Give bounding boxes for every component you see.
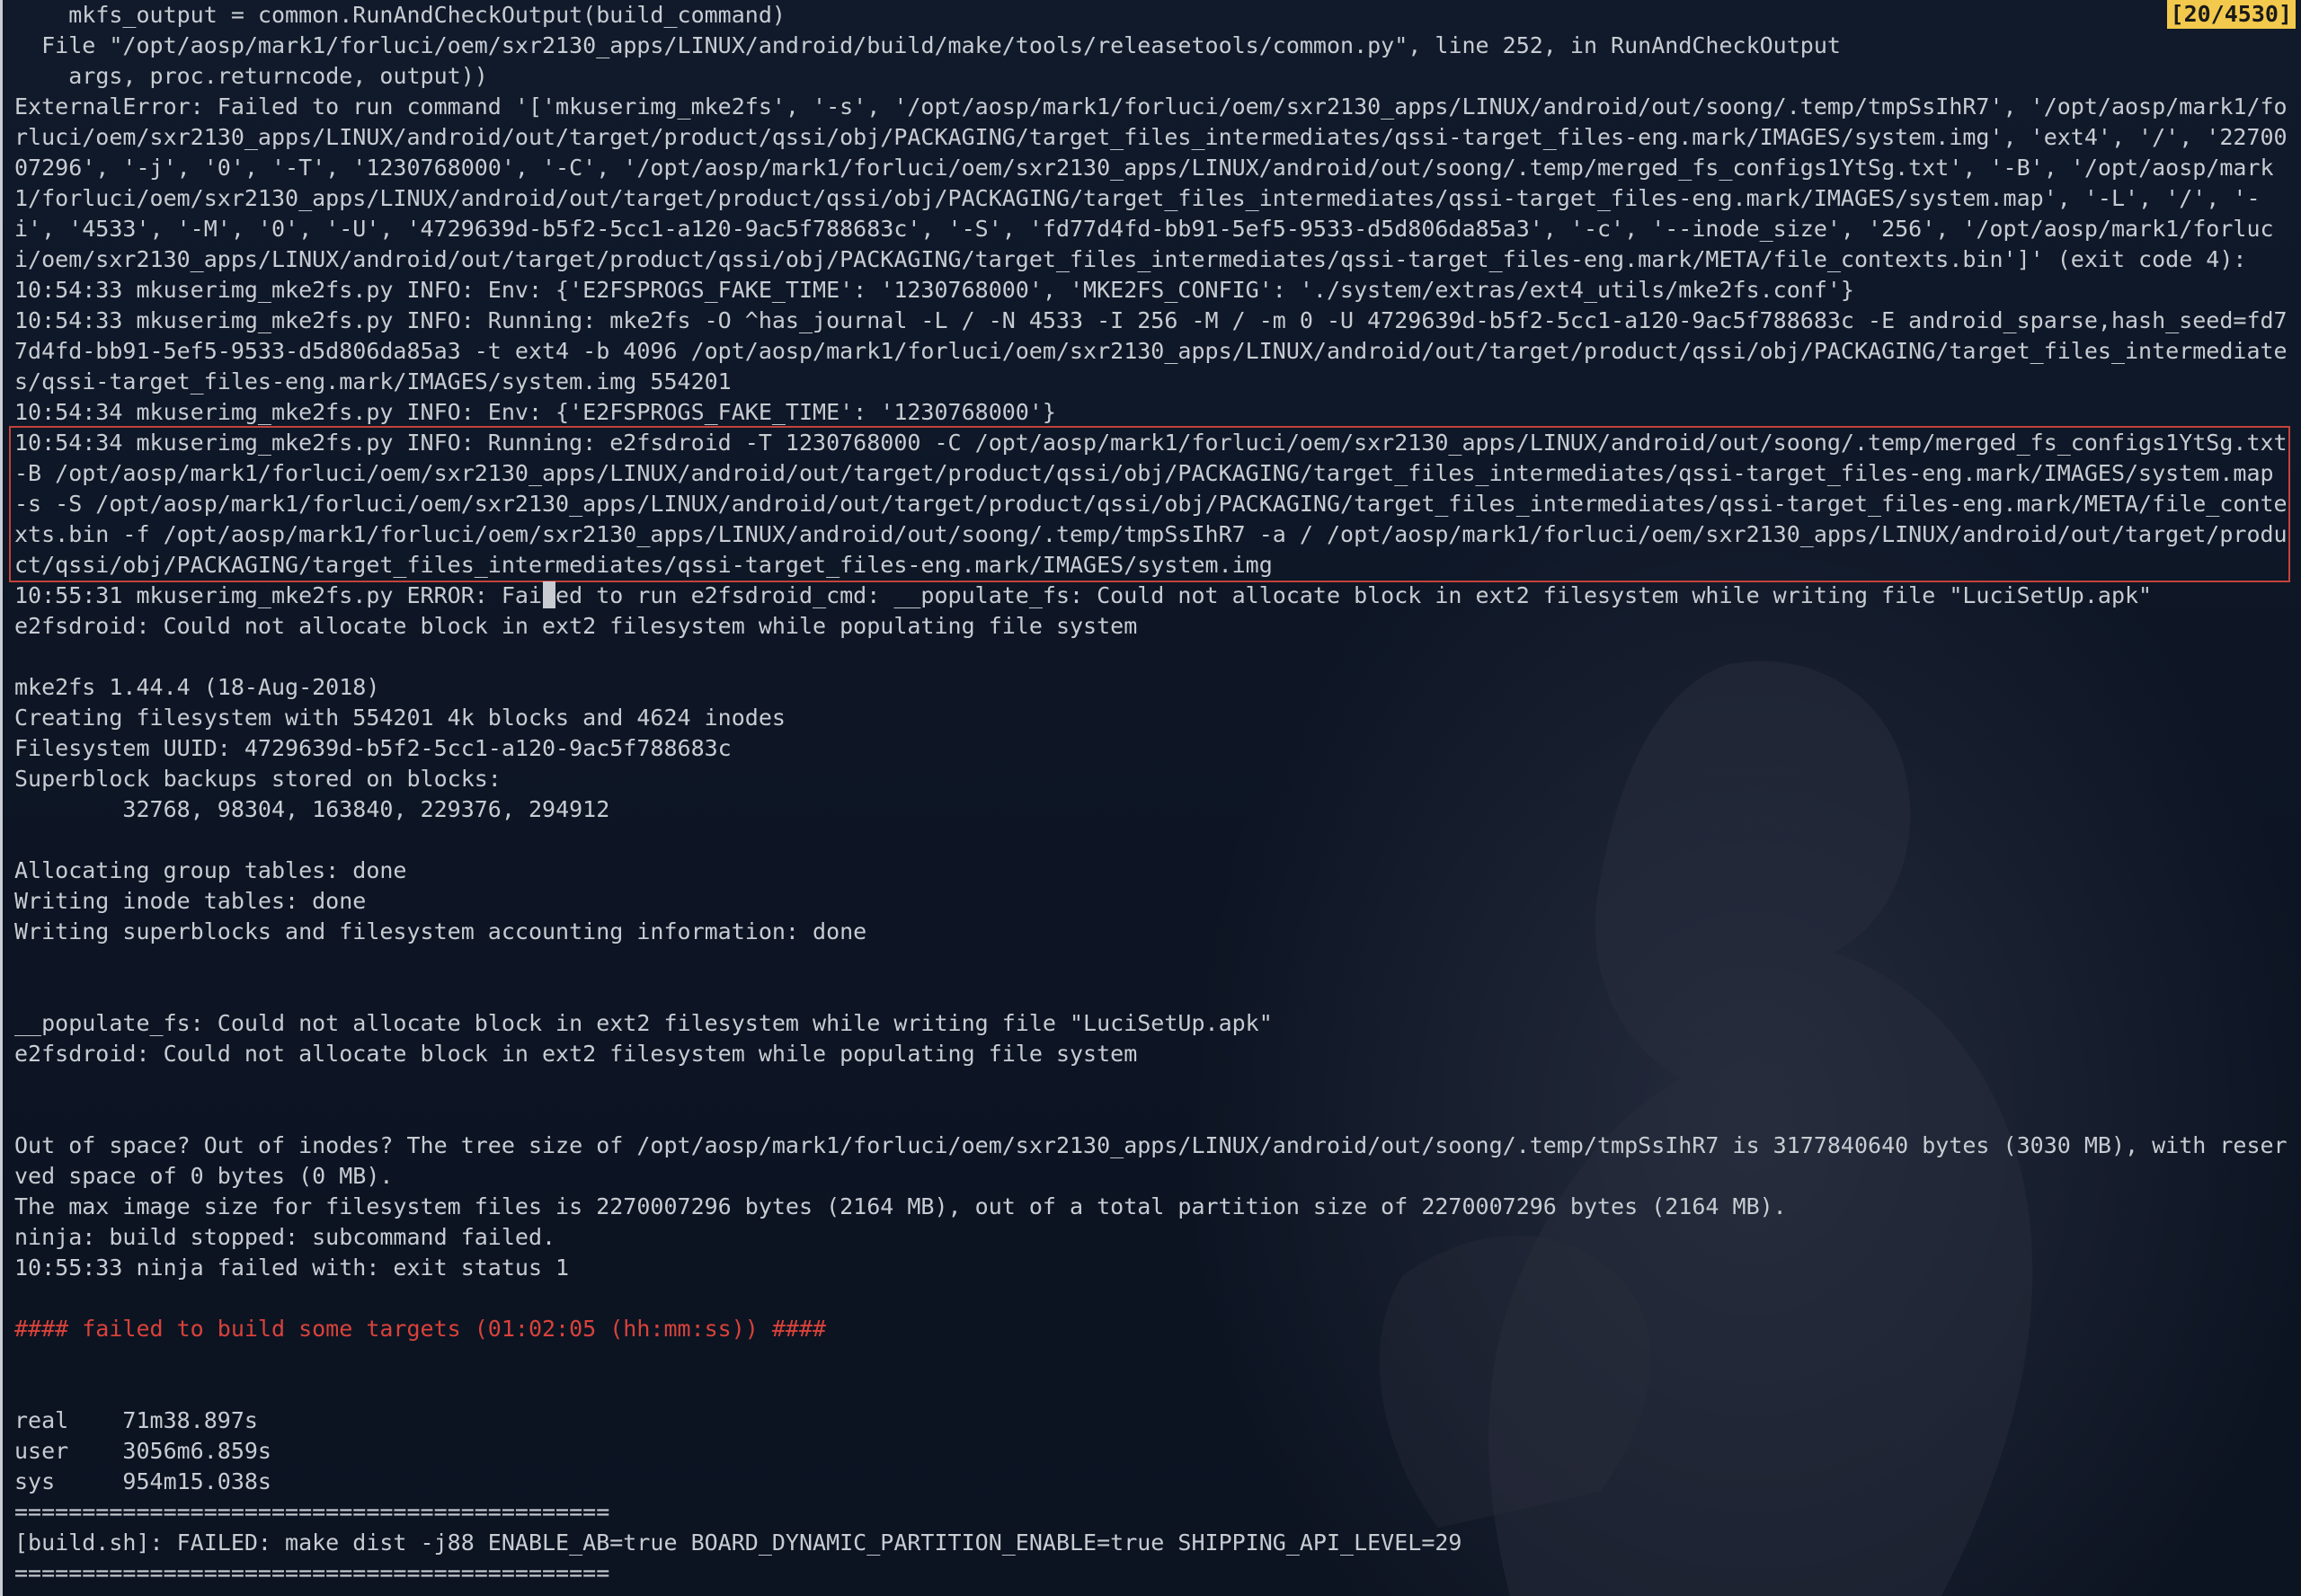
terminal-line: Out of space? Out of inodes? The tree si…	[14, 1132, 2288, 1189]
terminal-line: 32768, 98304, 163840, 229376, 294912	[14, 796, 610, 822]
terminal-line: sys 954m15.038s	[14, 1468, 271, 1494]
terminal-line: args, proc.returncode, output))	[14, 63, 488, 89]
terminal-line: Creating filesystem with 554201 4k block…	[14, 705, 786, 731]
terminal-line: Writing inode tables: done	[14, 888, 367, 914]
terminal-output: mkfs_output = common.RunAndCheckOutput(b…	[9, 0, 2290, 1589]
terminal-line: 10:54:33 mkuserimg_mke2fs.py INFO: Env: …	[14, 277, 1854, 303]
terminal-line: ========================================…	[14, 1499, 610, 1525]
terminal-line: mkfs_output = common.RunAndCheckOutput(b…	[14, 2, 786, 28]
terminal-line: Superblock backups stored on blocks:	[14, 766, 502, 792]
terminal-line: e2fsdroid: Could not allocate block in e…	[14, 1041, 1138, 1067]
terminal-line: 10:55:33 ninja failed with: exit status …	[14, 1255, 570, 1281]
terminal-line: ========================================…	[14, 1560, 610, 1586]
terminal-window[interactable]: mkfs_output = common.RunAndCheckOutput(b…	[0, 0, 2301, 1596]
terminal-line: 10:54:34 mkuserimg_mke2fs.py INFO: Env: …	[14, 399, 1056, 425]
terminal-line: __populate_fs: Could not allocate block …	[14, 1010, 1273, 1036]
terminal-line: 10:54:33 mkuserimg_mke2fs.py INFO: Runni…	[14, 307, 2288, 395]
terminal-line: Allocating group tables: done	[14, 857, 407, 883]
terminal-line: Writing superblocks and filesystem accou…	[14, 918, 867, 944]
terminal-pane-border	[0, 0, 3, 1596]
terminal-line: mke2fs 1.44.4 (18-Aug-2018)	[14, 674, 380, 700]
terminal-line: real 71m38.897s	[14, 1407, 258, 1433]
terminal-line: [build.sh]: FAILED: make dist -j88 ENABL…	[14, 1530, 1462, 1556]
terminal-line: ninja: build stopped: subcommand failed.	[14, 1224, 556, 1250]
scroll-position-counter: [20/4530]	[2166, 0, 2296, 29]
terminal-line: e2fsdroid: Could not allocate block in e…	[14, 613, 1138, 639]
terminal-line: ExternalError: Failed to run command '['…	[14, 93, 2288, 272]
terminal-line: File "/opt/aosp/mark1/forluci/oem/sxr213…	[14, 32, 1841, 58]
terminal-line-selected: 10:54:34 mkuserimg_mke2fs.py INFO: Runni…	[9, 426, 2290, 582]
terminal-line: user 3056m6.859s	[14, 1438, 271, 1464]
terminal-line: Filesystem UUID: 4729639d-b5f2-5cc1-a120…	[14, 735, 732, 761]
terminal-line: 10:55:31 mkuserimg_mke2fs.py ERROR: Fail…	[14, 582, 2153, 608]
terminal-line: The max image size for filesystem files …	[14, 1193, 1787, 1219]
build-failed-message: #### failed to build some targets (01:02…	[14, 1316, 827, 1342]
text-cursor	[543, 581, 555, 608]
